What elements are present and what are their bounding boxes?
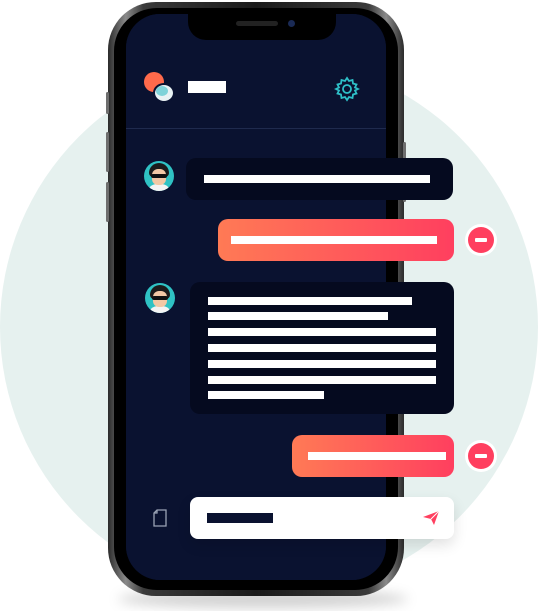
avatar-icon (144, 161, 174, 191)
paper-plane-icon[interactable] (422, 510, 440, 526)
message-text-line (231, 236, 437, 244)
minus-circle-icon[interactable] (468, 443, 494, 469)
document-icon[interactable] (152, 509, 168, 527)
message-text-line (208, 391, 324, 399)
volume-up-button (106, 132, 109, 172)
incoming-message-bubble (186, 158, 453, 200)
front-camera (288, 20, 295, 27)
message-input[interactable] (207, 513, 273, 523)
notch (188, 14, 336, 40)
avatar-icon (145, 283, 175, 313)
message-text-line (208, 312, 388, 320)
message-text-line (208, 328, 436, 336)
message-text-line (208, 297, 412, 305)
header-divider (126, 128, 386, 129)
message-text-line (208, 376, 436, 384)
message-text-line (204, 175, 430, 183)
message-composer[interactable] (190, 497, 454, 539)
message-text-line (308, 452, 446, 460)
gear-icon[interactable] (334, 76, 360, 102)
speaker (236, 21, 278, 26)
incoming-message-bubble (190, 282, 454, 414)
outgoing-message-bubble (218, 219, 454, 261)
mute-switch (106, 92, 109, 114)
message-text-line (208, 344, 436, 352)
outgoing-message-bubble (292, 435, 454, 477)
chat-bubbles-logo-icon (144, 72, 178, 106)
minus-circle-icon[interactable] (468, 227, 494, 253)
app-title (188, 81, 226, 93)
message-text-line (208, 360, 436, 368)
volume-down-button (106, 182, 109, 222)
